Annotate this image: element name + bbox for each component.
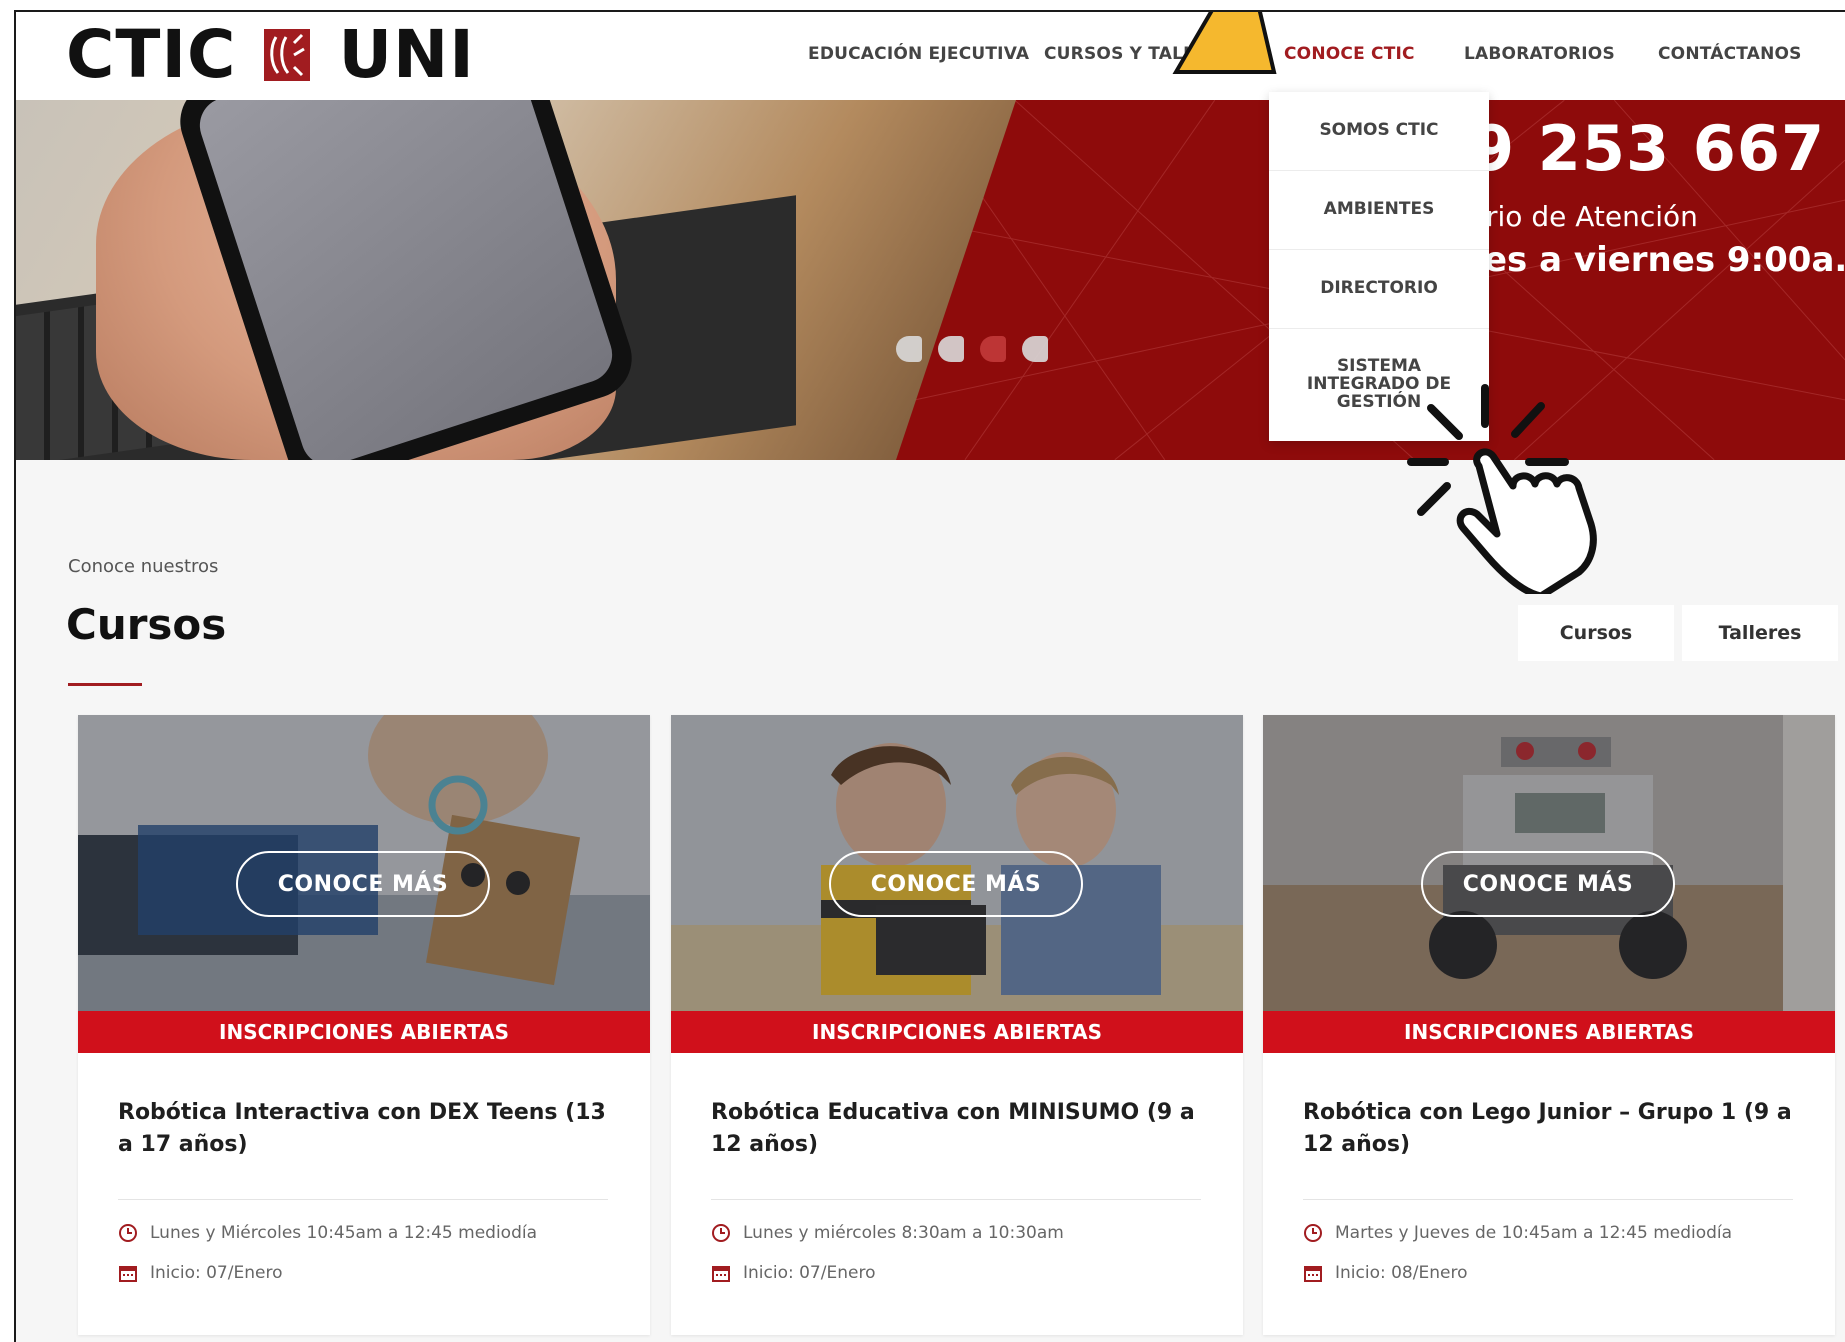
hero-phone-number: 9 253 667 xyxy=(1471,112,1826,185)
course-card[interactable]: CONOCE MÁS INSCRIPCIONES ABIERTAS Robóti… xyxy=(1263,715,1835,1335)
dropdown-item-ambientes[interactable]: AMBIENTES xyxy=(1269,171,1489,250)
inscripciones-abiertas-badge: INSCRIPCIONES ABIERTAS xyxy=(1263,1011,1835,1053)
nav-item-educacion-ejecutiva[interactable]: EDUCACIÓN EJECUTIVA xyxy=(808,44,1029,64)
course-schedule: Martes y Jueves de 10:45am a 12:45 medio… xyxy=(1303,1223,1732,1243)
section-eyebrow: Conoce nuestros xyxy=(68,556,219,577)
nav-item-laboratorios[interactable]: LABORATORIOS xyxy=(1464,44,1615,64)
course-start-date: Inicio: 07/Enero xyxy=(711,1263,875,1283)
clock-icon xyxy=(712,1224,730,1242)
course-schedule: Lunes y Miércoles 10:45am a 12:45 mediod… xyxy=(118,1223,537,1243)
course-card[interactable]: CONOCE MÁS INSCRIPCIONES ABIERTAS Robóti… xyxy=(78,715,650,1335)
slider-dot[interactable] xyxy=(938,336,964,362)
course-card[interactable]: CONOCE MÁS INSCRIPCIONES ABIERTAS Robóti… xyxy=(671,715,1243,1335)
schedule-text: Martes y Jueves de 10:45am a 12:45 medio… xyxy=(1335,1223,1733,1243)
main-nav: EDUCACIÓN EJECUTIVA CURSOS Y TALLERES CO… xyxy=(808,44,1845,64)
conoce-mas-button[interactable]: CONOCE MÁS xyxy=(1421,851,1675,917)
warning-icon xyxy=(1172,12,1277,74)
slider-dot-active[interactable] xyxy=(980,336,1006,362)
clock-icon xyxy=(1304,1224,1322,1242)
filter-tab-cursos[interactable]: Cursos xyxy=(1518,605,1674,661)
filter-tab-talleres[interactable]: Talleres xyxy=(1682,605,1838,661)
conoce-mas-button[interactable]: CONOCE MÁS xyxy=(236,851,490,917)
pointer-hand-icon xyxy=(1407,384,1597,594)
start-date-text: Inicio: 08/Enero xyxy=(1335,1263,1468,1283)
course-title[interactable]: Robótica Interactiva con DEX Teens (13 a… xyxy=(118,1097,618,1161)
start-date-text: Inicio: 07/Enero xyxy=(150,1263,283,1283)
card-divider xyxy=(118,1199,608,1200)
site-header: CTIC UNI EDUCACIÓN EJECUTIVA CURSOS Y TA… xyxy=(16,12,1845,100)
card-divider xyxy=(1303,1199,1793,1200)
card-divider xyxy=(711,1199,1201,1200)
course-start-date: Inicio: 07/Enero xyxy=(118,1263,282,1283)
slider-dot[interactable] xyxy=(896,336,922,362)
inscripciones-abiertas-badge: INSCRIPCIONES ABIERTAS xyxy=(78,1011,650,1053)
browser-viewport: CTIC UNI EDUCACIÓN EJECUTIVA CURSOS Y TA… xyxy=(14,10,1845,1342)
course-image[interactable]: CONOCE MÁS xyxy=(78,715,650,1011)
title-underline xyxy=(68,683,142,686)
course-image[interactable]: CONOCE MÁS xyxy=(1263,715,1835,1011)
section-title: Cursos xyxy=(66,600,227,649)
dropdown-item-somos-ctic[interactable]: SOMOS CTIC xyxy=(1269,92,1489,171)
conoce-mas-button[interactable]: CONOCE MÁS xyxy=(829,851,1083,917)
slider-dot[interactable] xyxy=(1022,336,1048,362)
calendar-icon xyxy=(119,1266,137,1282)
logo-text-uni: UNI xyxy=(338,16,475,93)
course-title[interactable]: Robótica con Lego Junior – Grupo 1 (9 a … xyxy=(1303,1097,1803,1161)
ctic-uni-logo[interactable]: CTIC UNI xyxy=(66,22,475,88)
nav-item-contactanos[interactable]: CONTÁCTANOS xyxy=(1658,44,1802,64)
inscripciones-abiertas-badge: INSCRIPCIONES ABIERTAS xyxy=(671,1011,1243,1053)
course-image[interactable]: CONOCE MÁS xyxy=(671,715,1243,1011)
schedule-text: Lunes y miércoles 8:30am a 10:30am xyxy=(743,1223,1064,1243)
course-schedule: Lunes y miércoles 8:30am a 10:30am xyxy=(711,1223,1064,1243)
slider-dots xyxy=(896,336,1048,362)
hero-photo xyxy=(16,100,1016,460)
logo-text-ctic: CTIC xyxy=(66,16,237,93)
clock-icon xyxy=(119,1224,137,1242)
calendar-icon xyxy=(712,1266,730,1282)
start-date-text: Inicio: 07/Enero xyxy=(743,1263,876,1283)
course-title[interactable]: Robótica Educativa con MINISUMO (9 a 12 … xyxy=(711,1097,1211,1161)
hero-hours-value: es a viernes 9:00a.m xyxy=(1484,240,1845,280)
hero-hours-label: rio de Atención xyxy=(1486,200,1698,233)
schedule-text: Lunes y Miércoles 10:45am a 12:45 mediod… xyxy=(150,1223,538,1243)
calendar-icon xyxy=(1304,1266,1322,1282)
dropdown-item-directorio[interactable]: DIRECTORIO xyxy=(1269,250,1489,329)
logo-emblem-icon xyxy=(264,29,311,81)
course-start-date: Inicio: 08/Enero xyxy=(1303,1263,1467,1283)
